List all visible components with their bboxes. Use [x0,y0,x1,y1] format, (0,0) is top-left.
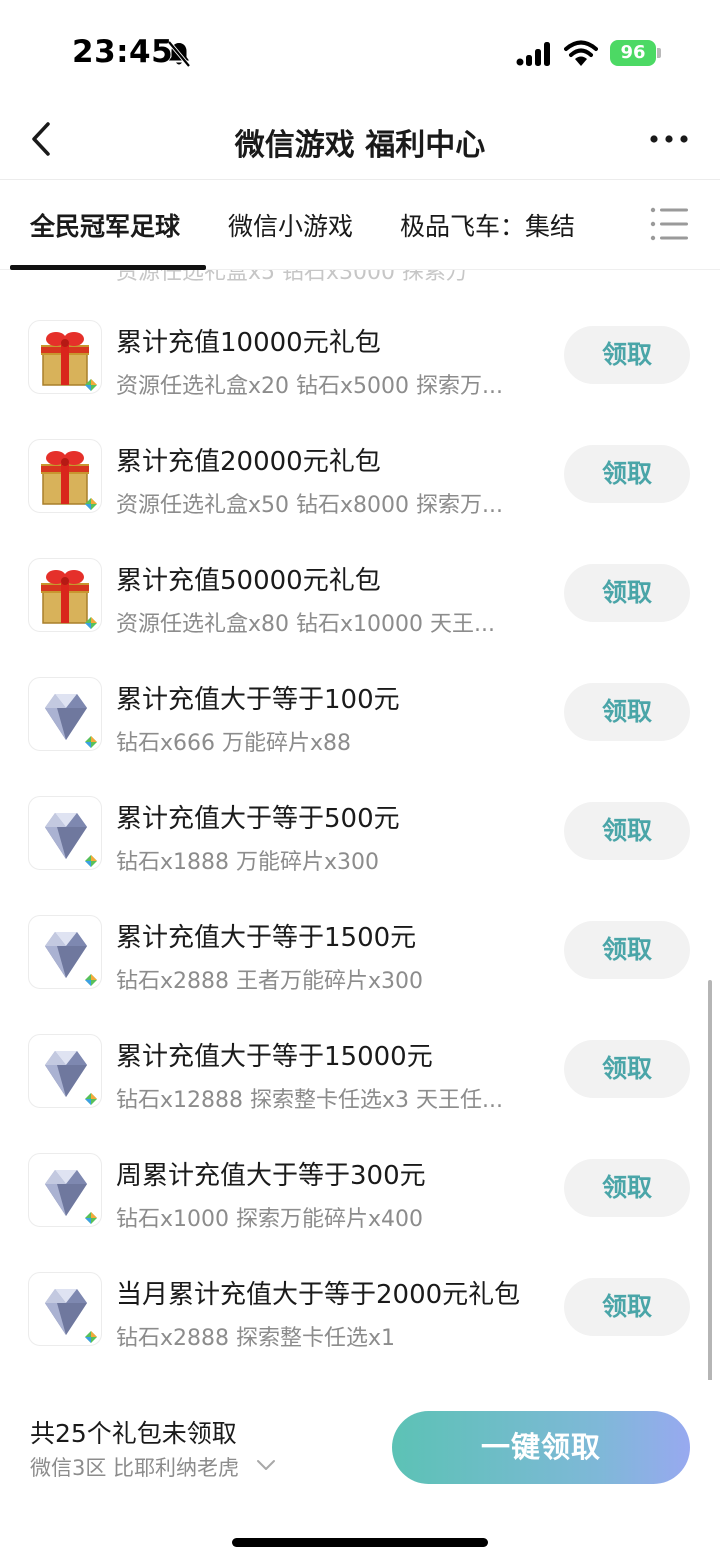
home-indicator [232,1538,488,1547]
claim-button[interactable]: 领取 [564,802,690,860]
diamond-icon [28,1153,102,1227]
item-title: 累计充值大于等于500元 [116,804,400,834]
claim-button[interactable]: 领取 [564,445,690,503]
item-title: 累计充值大于等于1500元 [116,923,417,953]
tab-game-1[interactable]: 全民冠军足球 [30,207,180,243]
list-item: 累计充值50000元礼包 资源任选礼盒x80 钻石x10000 天王... 领取 [0,508,720,637]
gift-list: 资源任选礼盒x5 钻石x3000 探索万 累计充值10000元礼包 资源任选礼盒… [0,270,720,1380]
list-item: 累计充值大于等于1500元 钻石x2888 王者万能碎片x300 领取 [0,865,720,994]
tab-game-3[interactable]: 极品飞车：集结 [400,207,575,243]
signal-icon [516,42,550,66]
list-item: 周累计充值大于等于300元 钻石x1000 探索万能碎片x400 领取 [0,1103,720,1232]
list-item: 累计充值10000元礼包 资源任选礼盒x20 钻石x5000 探索万... 领取 [0,270,720,399]
diamond-icon [28,1034,102,1108]
diamond-icon [28,677,102,751]
active-tab-indicator [10,265,206,270]
diamond-icon [28,1272,102,1346]
claim-button[interactable]: 领取 [564,1040,690,1098]
more-dots-icon[interactable] [648,124,690,154]
item-title: 累计充值10000元礼包 [116,328,381,358]
list-item: 累计充值大于等于500元 钻石x1888 万能碎片x300 领取 [0,746,720,875]
nav-bar: 微信游戏 福利中心 [0,100,720,180]
unclaimed-count: 共25个礼包未领取 [30,1419,237,1448]
wifi-icon [564,40,598,66]
tab-game-2[interactable]: 微信小游戏 [228,207,353,243]
claim-button[interactable]: 领取 [564,1278,690,1336]
claim-button[interactable]: 领取 [564,564,690,622]
item-title: 当月累计充值大于等于2000元礼包 [116,1280,521,1310]
status-time: 23:45 [72,34,174,70]
claim-button[interactable]: 领取 [564,683,690,741]
claim-button[interactable]: 领取 [564,326,690,384]
bell-off-icon [167,40,191,68]
list-item: 当月累计充值大于等于2000元礼包 钻石x2888 探索整卡任选x1 领取 [0,1222,720,1351]
chevron-down-icon[interactable] [256,1458,276,1472]
claim-all-button[interactable]: 一键领取 [392,1411,690,1484]
game-tabs: 全民冠军足球 微信小游戏 极品飞车：集结 [0,181,720,270]
page-title: 微信游戏 福利中心 [234,128,486,163]
diamond-icon [28,796,102,870]
list-item: 累计充值大于等于100元 钻石x666 万能碎片x88 领取 [0,627,720,756]
item-title: 累计充值20000元礼包 [116,447,381,477]
status-bar: 23:45 96 [0,0,720,100]
battery-icon: 96 [610,40,661,66]
item-title: 累计充值大于等于100元 [116,685,400,715]
server-selector[interactable]: 微信3区 比耶利纳老虎 [30,1452,239,1482]
item-title: 周累计充值大于等于300元 [116,1161,426,1191]
list-item: 累计充值大于等于15000元 钻石x12888 探索整卡任选x3 天王任... … [0,984,720,1113]
claim-button[interactable]: 领取 [564,1159,690,1217]
list-menu-icon[interactable] [650,207,690,241]
battery-level: 96 [620,42,646,63]
footer-bar: 共25个礼包未领取 微信3区 比耶利纳老虎 一键领取 [0,1380,720,1561]
item-title: 累计充值大于等于15000元 [116,1042,433,1072]
gift-icon [28,439,102,513]
list-item: 累计充值20000元礼包 资源任选礼盒x50 钻石x8000 探索万... 领取 [0,389,720,518]
gift-icon [28,558,102,632]
claim-button[interactable]: 领取 [564,921,690,979]
diamond-icon [28,915,102,989]
item-title: 累计充值50000元礼包 [116,566,381,596]
gift-icon [28,320,102,394]
item-desc: 钻石x2888 探索整卡任选x1 [116,1326,396,1351]
